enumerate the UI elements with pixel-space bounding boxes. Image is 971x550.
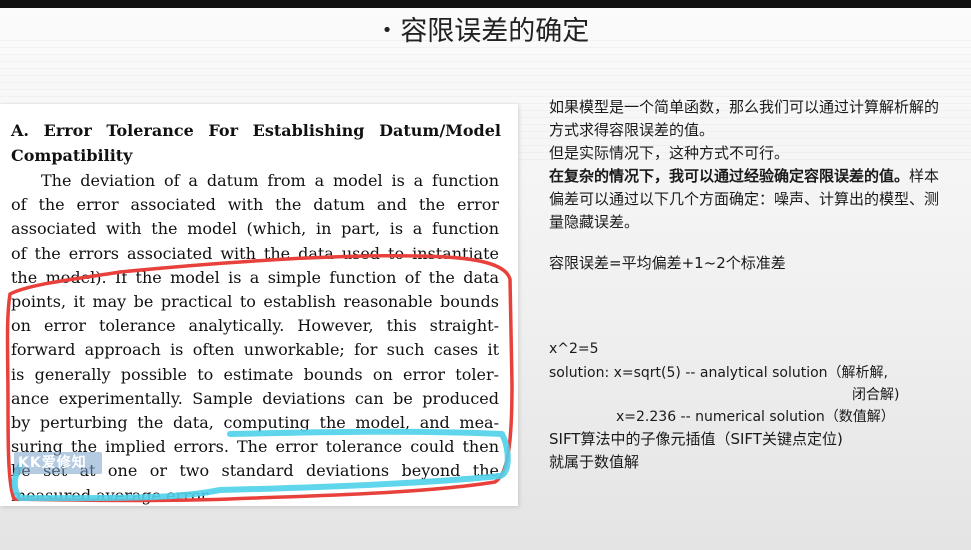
excerpt-line: by perturbing the data, computing the mo… <box>11 413 499 433</box>
note-paragraph-1: 如果模型是一个简单函数，那么我们可以通过计算解析解的方式求得容限误差的值。 <box>549 98 940 139</box>
numerical-solution-note: x=2.236 -- numerical solution（数值解） <box>616 409 895 425</box>
note-paragraph-2: 但是实际情况下，这种方式不可行。 <box>549 144 790 162</box>
excerpt-heading-line2: Compatibility <box>11 146 133 165</box>
book-excerpt-image: A. Error Tolerance For Establishing Datu… <box>0 104 518 506</box>
equation-note: x^2=5 <box>549 341 599 357</box>
excerpt-line: The deviation of a datum from a model is… <box>41 171 499 190</box>
video-watermark: KK爱修知 <box>14 452 102 474</box>
excerpt-line: ance experimentally. Sample deviations c… <box>11 388 499 408</box>
sift-note: SIFT算法中的子像元插值（SIFT关键点定位) <box>549 430 843 448</box>
excerpt-heading: A. Error Tolerance For Establishing Datu… <box>11 118 501 168</box>
sift-note-continued: 就属于数值解 <box>549 453 640 471</box>
excerpt-line: of the errors associated with the data u… <box>11 243 499 263</box>
excerpt-heading-line1: A. Error Tolerance For Establishing Datu… <box>11 121 501 140</box>
note-paragraph-3: 在复杂的情况下，我可以通过经验确定容限误差的值。样本偏差可以通过以下几个方面确定… <box>549 165 944 234</box>
excerpt-line: forward approach is often unworkable; fo… <box>11 340 499 360</box>
closed-form-note: 闭合解) <box>852 387 900 403</box>
title-bullet: • <box>381 20 393 41</box>
excerpt-line: of the error associated with the datum a… <box>11 195 499 215</box>
slide-title-text: 容限误差的确定 <box>400 16 590 47</box>
slide-title: • 容限误差的确定 <box>0 14 971 53</box>
excerpt-line: on error tolerance analytically. However… <box>11 316 499 336</box>
note-paragraph-3-emphasis: 在复杂的情况下，我可以通过经验确定容限误差的值。 <box>549 167 910 185</box>
formula-note: 容限误差=平均偏差+1~2个标准差 <box>549 254 786 272</box>
excerpt-line: is generally possible to estimate bounds… <box>11 364 499 384</box>
top-black-bar <box>0 0 971 8</box>
excerpt-line: measured average error. <box>11 485 212 505</box>
analytical-solution-note: solution: x=sqrt(5) -- analytical soluti… <box>549 365 888 381</box>
excerpt-line: associated with the model (which, in par… <box>11 219 499 239</box>
excerpt-line: the model). If the model is a simple fun… <box>11 267 499 287</box>
excerpt-line: points, it may be practical to establish… <box>11 292 499 312</box>
notes-column: 如果模型是一个简单函数，那么我们可以通过计算解析解的方式求得容限误差的值。 但是… <box>549 96 944 234</box>
